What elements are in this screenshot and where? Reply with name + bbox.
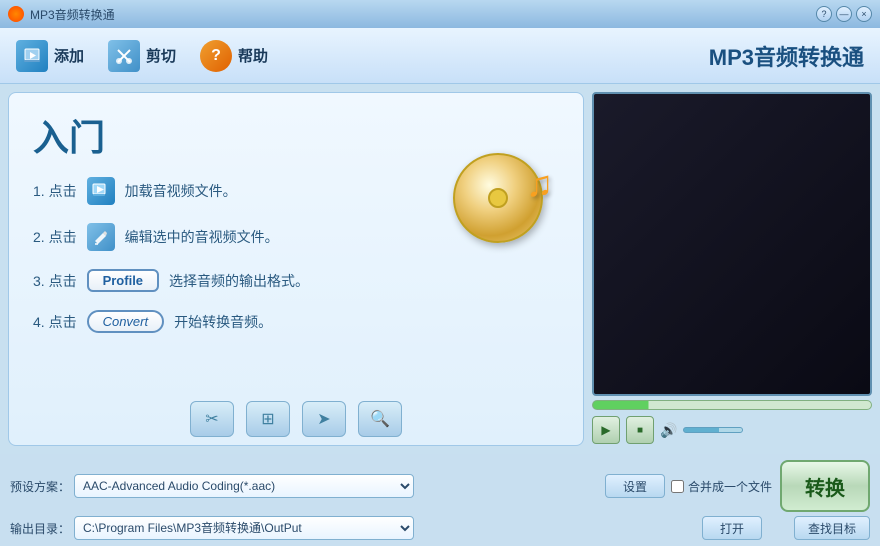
title-bar-controls: ? — × xyxy=(816,6,872,22)
convert-inline-button[interactable]: Convert xyxy=(87,310,165,333)
app-title: MP3音频转换通 xyxy=(709,40,864,72)
help-icon-wrapper: ? xyxy=(200,40,232,72)
video-progress-bar[interactable] xyxy=(592,400,872,410)
play-button[interactable]: ▶ xyxy=(592,416,620,444)
step-1-text: 加载音视频文件。 xyxy=(125,181,237,201)
step-2-num: 2. 点击 xyxy=(33,227,77,247)
step-1-num: 1. 点击 xyxy=(33,181,77,201)
music-note-icon: ♫ xyxy=(526,163,553,205)
open-button[interactable]: 打开 xyxy=(702,516,762,540)
cut-button[interactable]: 剪切 xyxy=(108,40,176,72)
add-icon-wrapper xyxy=(16,40,48,72)
help-label: 帮助 xyxy=(238,45,268,66)
convert-button[interactable]: 转换 xyxy=(780,460,870,512)
video-panel: ▶ ■ 🔊 xyxy=(592,92,872,446)
preset-select[interactable]: AAC-Advanced Audio Coding(*.aac) xyxy=(74,474,414,498)
step-2-icon xyxy=(87,223,115,251)
title-bar-text: MP3音频转换通 xyxy=(30,6,115,23)
search-ctrl-button[interactable]: 🔍 xyxy=(358,401,402,437)
toolbar-left: 添加 剪切 ? 帮助 xyxy=(16,40,268,72)
close-button[interactable]: × xyxy=(856,6,872,22)
volume-icon: 🔊 xyxy=(660,422,677,439)
main-area: 入门 ♫ 1. 点击 加载音视频文件。 xyxy=(0,84,880,454)
step-3-num: 3. 点击 xyxy=(33,271,77,291)
cd-center xyxy=(488,188,508,208)
step-1-icon xyxy=(87,177,115,205)
add-button[interactable]: 添加 xyxy=(16,40,84,72)
title-bar: MP3音频转换通 ? — × xyxy=(0,0,880,28)
step-4-text: 开始转换音频。 xyxy=(174,312,272,332)
add-label: 添加 xyxy=(54,45,84,66)
cut-icon xyxy=(108,40,140,72)
output-select[interactable]: C:\Program Files\MP3音频转换通\OutPut xyxy=(74,516,414,540)
merge-checkbox-input[interactable] xyxy=(671,480,684,493)
step-3: 3. 点击 Profile 选择音频的输出格式。 xyxy=(33,269,559,292)
preset-label: 预设方案： xyxy=(10,478,70,495)
step-3-text: 选择音频的输出格式。 xyxy=(169,271,309,291)
toolbar: 添加 剪切 ? 帮助 MP3音频转换通 xyxy=(0,28,880,84)
title-bar-left: MP3音频转换通 xyxy=(8,6,115,23)
cut-ctrl-button[interactable]: ✂ xyxy=(190,401,234,437)
settings-button[interactable]: 设置 xyxy=(605,474,665,498)
merge-label-text: 合并成一个文件 xyxy=(688,478,772,495)
cut-label: 剪切 xyxy=(146,45,176,66)
step-4: 4. 点击 Convert 开始转换音频。 xyxy=(33,310,559,333)
add-icon xyxy=(16,40,48,72)
minimize-button[interactable]: — xyxy=(836,6,852,22)
settings-bar: 预设方案： AAC-Advanced Audio Coding(*.aac) 设… xyxy=(0,454,880,546)
step-2-text: 编辑选中的音视频文件。 xyxy=(125,227,279,247)
merge-checkbox-label: 合并成一个文件 xyxy=(671,478,772,495)
help-toolbar-button[interactable]: ? 帮助 xyxy=(200,40,268,72)
paste-ctrl-button[interactable]: ➤ xyxy=(302,401,346,437)
find-target-button[interactable]: 查找目标 xyxy=(794,516,870,540)
video-screen xyxy=(592,92,872,396)
stop-button[interactable]: ■ xyxy=(626,416,654,444)
help-icon: ? xyxy=(200,40,232,72)
video-controls: ▶ ■ 🔊 xyxy=(592,414,872,446)
profile-button[interactable]: Profile xyxy=(87,269,159,292)
app-icon xyxy=(8,6,24,22)
panel-bottom-controls: ✂ ⊞ ➤ 🔍 xyxy=(9,401,583,437)
cd-decoration: ♫ xyxy=(453,153,553,253)
cut-icon-wrapper xyxy=(108,40,140,72)
welcome-panel: 入门 ♫ 1. 点击 加载音视频文件。 xyxy=(8,92,584,446)
copy-ctrl-button[interactable]: ⊞ xyxy=(246,401,290,437)
volume-slider[interactable] xyxy=(683,427,743,433)
step-4-num: 4. 点击 xyxy=(33,312,77,332)
help-button[interactable]: ? xyxy=(816,6,832,22)
output-label: 输出目录： xyxy=(10,520,70,537)
